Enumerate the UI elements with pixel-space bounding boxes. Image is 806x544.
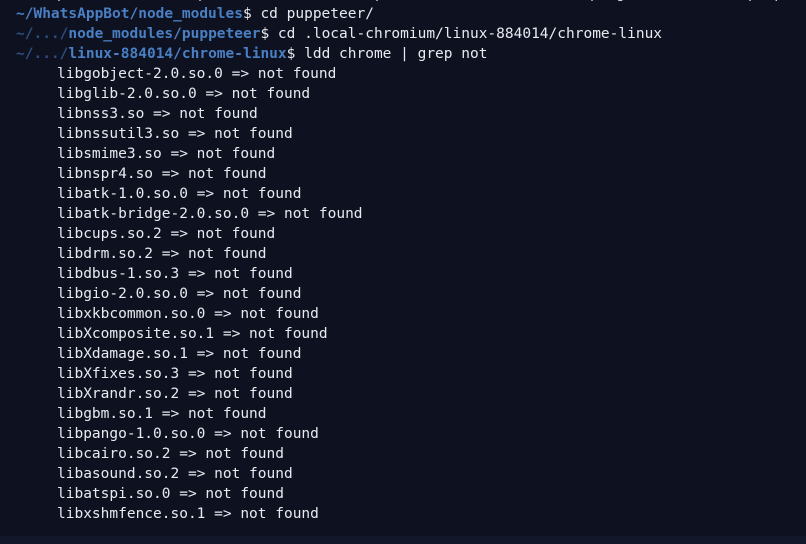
output-line: libasound.so.2 => not found — [0, 464, 806, 484]
output-text: libglib-2.0.so.0 => not found — [57, 86, 311, 102]
output-text: libnssutil3.so => not found — [57, 126, 293, 142]
output-line: libgio-2.0.so.0 => not found — [0, 284, 806, 304]
output-text: libXrandr.so.2 => not found — [57, 386, 293, 402]
prompt-command: ldd chrome | grep not — [295, 46, 488, 62]
output-text: libgbm.so.1 => not found — [57, 406, 267, 422]
output-line: libxshmfence.so.1 => not found — [0, 504, 806, 524]
output-line: libatk-bridge-2.0.so.0 => not found — [0, 204, 806, 224]
listing-entry: pend/ — [375, 0, 419, 4]
prompt-line: ~/.../node_modules/puppeteer$ cd .local-… — [0, 24, 806, 44]
output-text: libatspi.so.0 => not found — [57, 486, 284, 502]
output-text: libdbus-1.so.3 => not found — [57, 266, 293, 282]
terminal-window[interactable]: p-locate/ path-exists/ pend/ progress/ p… — [0, 0, 806, 544]
output-text: libpango-1.0.so.0 => not found — [57, 426, 319, 442]
output-text: libXfixes.so.3 => not found — [57, 366, 293, 382]
output-line: libXcomposite.so.1 => not found — [0, 324, 806, 344]
terminal-screen[interactable]: p-locate/ path-exists/ pend/ progress/ p… — [0, 0, 806, 524]
listing-entry: path-exists/ — [198, 0, 303, 4]
output-text: libsmime3.so => not found — [57, 146, 276, 162]
prompt-path: node_modules/puppeteer — [68, 26, 261, 42]
output-line: libglib-2.0.so.0 => not found — [0, 84, 806, 104]
prompt-line: ~/.../linux-884014/chrome-linux$ ldd chr… — [0, 44, 806, 64]
directory-listing-row: p-locate/ path-exists/ pend/ progress/ p… — [0, 0, 806, 4]
output-text: libasound.so.2 => not found — [57, 466, 293, 482]
output-line: libXrandr.so.2 => not found — [0, 384, 806, 404]
terminal-bottom-band — [0, 536, 806, 544]
prompt-line: ~/WhatsAppBot/node_modules$ cd puppeteer… — [0, 4, 806, 24]
output-line: libnss3.so => not found — [0, 104, 806, 124]
output-line: libnssutil3.so => not found — [0, 124, 806, 144]
output-text: libnss3.so => not found — [57, 106, 258, 122]
output-line: libXdamage.so.1 => not found — [0, 344, 806, 364]
output-line: libsmime3.so => not found — [0, 144, 806, 164]
output-text: libcups.so.2 => not found — [57, 226, 276, 242]
output-text: libdrm.so.2 => not found — [57, 246, 267, 262]
output-text: libxshmfence.so.1 => not found — [57, 506, 319, 522]
output-line: libcups.so.2 => not found — [0, 224, 806, 244]
output-line: libdrm.so.2 => not found — [0, 244, 806, 264]
output-text: libxkbcommon.so.0 => not found — [57, 306, 319, 322]
output-line: libpango-1.0.so.0 => not found — [0, 424, 806, 444]
listing-entry: p-locate/ — [57, 0, 136, 4]
listing-entry: pump/ — [748, 0, 792, 4]
prompt-command: cd puppeteer/ — [251, 6, 374, 22]
output-line: libgbm.so.1 => not found — [0, 404, 806, 424]
listing-entry: progress/ — [590, 0, 669, 4]
output-text: libXcomposite.so.1 => not found — [57, 326, 328, 342]
prompt-sigil: $ — [242, 6, 252, 22]
prompt-path: linux-884014/chrome-linux — [68, 46, 287, 62]
output-line: libatk-1.0.so.0 => not found — [0, 184, 806, 204]
output-line: libcairo.so.2 => not found — [0, 444, 806, 464]
output-line: libxkbcommon.so.0 => not found — [0, 304, 806, 324]
output-line: libdbus-1.so.3 => not found — [0, 264, 806, 284]
output-text: libgio-2.0.so.0 => not found — [57, 286, 302, 302]
output-text: libgobject-2.0.so.0 => not found — [57, 66, 337, 82]
output-text: libcairo.so.2 => not found — [57, 446, 284, 462]
output-text: libatk-bridge-2.0.so.0 => not found — [57, 206, 363, 222]
prompt-command: cd .local-chromium/linux-884014/chrome-l… — [269, 26, 663, 42]
output-line: libatspi.so.0 => not found — [0, 484, 806, 504]
output-line: libgobject-2.0.so.0 => not found — [0, 64, 806, 84]
output-line: libXfixes.so.3 => not found — [0, 364, 806, 384]
output-line: libnspr4.so => not found — [0, 164, 806, 184]
output-text: libnspr4.so => not found — [57, 166, 267, 182]
output-text: libXdamage.so.1 => not found — [57, 346, 302, 362]
prompt-sigil: $ — [260, 26, 270, 42]
output-text: libatk-1.0.so.0 => not found — [57, 186, 302, 202]
